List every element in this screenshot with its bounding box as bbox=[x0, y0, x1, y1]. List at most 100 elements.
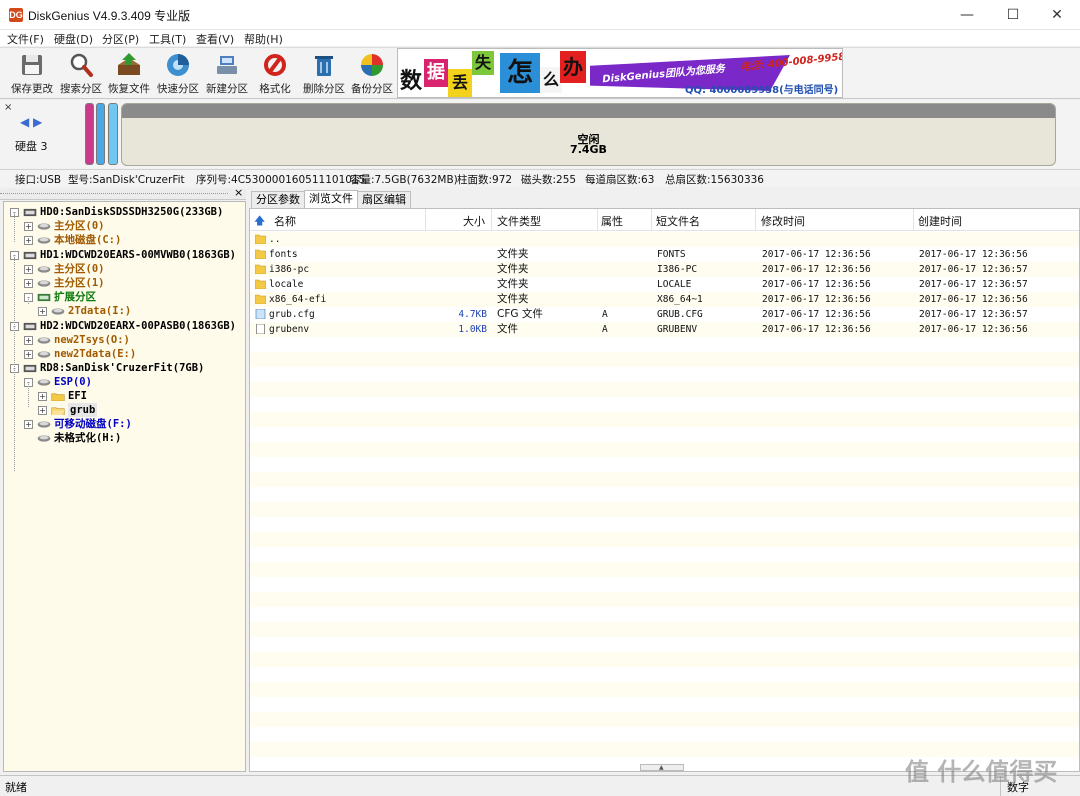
close-button[interactable]: ✕ bbox=[1034, 0, 1080, 30]
backup-partition-label: 备份分区 bbox=[351, 83, 393, 95]
menu-partition[interactable]: 分区(P) bbox=[102, 31, 139, 47]
quick-partition-button[interactable]: 快速分区 bbox=[153, 51, 203, 97]
tree-expander-icon[interactable]: + bbox=[38, 392, 47, 401]
column-header: 🡅 名称 大小 文件类型 属性 短文件名 修改时间 创建时间 bbox=[250, 209, 1079, 231]
tree-node[interactable]: 本地磁盘(C:) bbox=[54, 233, 121, 247]
panel-splitter-handle[interactable]: ▲ bbox=[640, 764, 684, 771]
tab-browse-files[interactable]: 浏览文件 bbox=[304, 190, 358, 208]
cell-type: 文件夹 bbox=[497, 248, 529, 260]
cell-type: 文件夹 bbox=[497, 263, 529, 275]
tree-close-icon[interactable]: × bbox=[234, 186, 243, 199]
tab-bar: 分区参数 浏览文件 扇区编辑 bbox=[249, 189, 1080, 208]
file-row[interactable]: x86_64-efi 文件夹 X86_64~1 2017-06-17 12:36:56… bbox=[250, 292, 1079, 307]
partition-bar-removable[interactable] bbox=[96, 103, 105, 165]
partition-icon bbox=[51, 308, 65, 315]
minimize-button[interactable]: — bbox=[944, 0, 990, 30]
tree-expander-icon[interactable]: + bbox=[24, 279, 33, 288]
tree-expander-icon[interactable]: + bbox=[38, 406, 47, 415]
backup-partition-button[interactable]: 备份分区 bbox=[347, 51, 397, 97]
free-space-bar[interactable]: 空闲 7.4GB bbox=[121, 103, 1056, 166]
save-changes-button[interactable]: 保存更改 bbox=[7, 51, 57, 97]
tree-expander-icon[interactable]: + bbox=[24, 420, 33, 429]
cell-size: 4.7KB bbox=[458, 309, 487, 320]
tab-partition-params[interactable]: 分区参数 bbox=[251, 191, 305, 208]
recover-files-button[interactable]: 恢复文件 bbox=[104, 51, 154, 97]
banner-char: 据 bbox=[424, 59, 448, 87]
tree-node[interactable]: new2Tdata(E:) bbox=[54, 347, 136, 361]
menu-disk[interactable]: 硬盘(D) bbox=[54, 31, 93, 47]
tree-expander-icon[interactable]: + bbox=[24, 222, 33, 231]
partition-bar-unformatted[interactable] bbox=[108, 103, 118, 165]
col-size[interactable]: 大小 bbox=[463, 213, 485, 229]
tree-node[interactable]: HD1:WDCWD20EARS-00MVWB0(1863GB) bbox=[40, 248, 236, 262]
banner-char: 数 bbox=[398, 65, 424, 97]
delete-partition-button[interactable]: 删除分区 bbox=[299, 51, 349, 97]
folder-icon bbox=[255, 294, 266, 304]
next-disk-arrow-icon[interactable]: ▶ bbox=[33, 115, 42, 129]
tree-expander-icon[interactable]: + bbox=[24, 265, 33, 274]
floppy-disk-icon bbox=[22, 55, 42, 75]
folder-icon bbox=[51, 393, 65, 401]
tree-node[interactable]: 主分区(0) bbox=[54, 219, 104, 233]
column-divider[interactable] bbox=[491, 209, 492, 231]
col-short-name[interactable]: 短文件名 bbox=[656, 213, 700, 229]
tree-node[interactable]: 2Tdata(I:) bbox=[68, 304, 131, 318]
tree-expander-icon[interactable]: + bbox=[24, 336, 33, 345]
up-folder-icon[interactable]: 🡅 bbox=[254, 212, 265, 231]
cell-short: X86_64~1 bbox=[657, 294, 703, 305]
tree-node[interactable]: 扩展分区 bbox=[54, 290, 96, 304]
file-row[interactable]: grubenv 1.0KB 文件 A GRUBENV 2017-06-17 12:36:5… bbox=[250, 322, 1079, 337]
banner-char: 怎 bbox=[500, 53, 540, 93]
tree-node[interactable]: new2Tsys(O:) bbox=[54, 333, 130, 347]
banner-ad[interactable]: 数 据 丢 失 怎 么 办 DiskGenius团队为您服务 电话: 400-0… bbox=[397, 48, 843, 98]
tree-node[interactable]: HD2:WDCWD20EARX-00PASB0(1863GB) bbox=[40, 319, 236, 333]
col-modified[interactable]: 修改时间 bbox=[761, 213, 805, 229]
col-created[interactable]: 创建时间 bbox=[918, 213, 962, 229]
column-divider[interactable] bbox=[755, 209, 756, 231]
new-partition-button[interactable]: 新建分区 bbox=[202, 51, 252, 97]
tree-node[interactable]: RD8:SanDisk'CruzerFit(7GB) bbox=[40, 361, 204, 375]
tree-node[interactable]: 未格式化(H:) bbox=[54, 431, 121, 445]
menu-tools[interactable]: 工具(T) bbox=[149, 31, 186, 47]
file-row[interactable]: fonts 文件夹 FONTS 2017-06-17 12:36:56 2017-06-… bbox=[250, 247, 1079, 262]
file-icon bbox=[256, 324, 265, 334]
tree-node[interactable]: ESP(0) bbox=[54, 375, 92, 389]
column-divider[interactable] bbox=[913, 209, 914, 231]
prev-disk-arrow-icon[interactable]: ◀ bbox=[20, 115, 29, 129]
tree-grip bbox=[0, 193, 228, 194]
banner-char: 办 bbox=[560, 51, 586, 83]
tab-sector-edit[interactable]: 扇区编辑 bbox=[357, 191, 411, 208]
maximize-button[interactable]: ☐ bbox=[990, 0, 1036, 30]
tree-node[interactable]: HD0:SanDiskSDSSDH3250G(233GB) bbox=[40, 205, 223, 219]
menu-file[interactable]: 文件(F) bbox=[7, 31, 44, 47]
magnifier-icon bbox=[70, 53, 93, 77]
diskmap-close-icon[interactable]: × bbox=[4, 102, 12, 113]
menu-view[interactable]: 查看(V) bbox=[196, 31, 234, 47]
column-divider[interactable] bbox=[597, 209, 598, 231]
tree-node[interactable]: 主分区(0) bbox=[54, 262, 104, 276]
tree-expander-icon[interactable]: + bbox=[24, 236, 33, 245]
format-button[interactable]: 格式化 bbox=[250, 51, 300, 97]
col-name[interactable]: 名称 bbox=[274, 213, 296, 229]
file-row[interactable]: .. bbox=[250, 232, 1079, 247]
menu-help[interactable]: 帮助(H) bbox=[244, 31, 283, 47]
folder-icon bbox=[255, 249, 266, 259]
col-attr[interactable]: 属性 bbox=[601, 213, 623, 229]
partition-bar-esp[interactable] bbox=[85, 103, 94, 165]
partition-icon bbox=[37, 421, 51, 428]
col-type[interactable]: 文件类型 bbox=[497, 213, 541, 229]
file-row[interactable]: grub.cfg 4.7KB CFG 文件 A GRUB.CFG 2017-06-17 1… bbox=[250, 307, 1079, 322]
cell-ctime: 2017-06-17 12:36:56 bbox=[919, 324, 1028, 335]
column-divider[interactable] bbox=[651, 209, 652, 231]
tree-node[interactable]: 可移动磁盘(F:) bbox=[54, 417, 132, 431]
tree-expander-icon[interactable]: + bbox=[24, 350, 33, 359]
file-row[interactable]: i386-pc 文件夹 I386-PC 2017-06-17 12:36:56 2017… bbox=[250, 262, 1079, 277]
column-divider[interactable] bbox=[425, 209, 426, 231]
tree-node[interactable]: EFI bbox=[68, 389, 87, 403]
file-row[interactable]: locale 文件夹 LOCALE 2017-06-17 12:36:56 2017-0… bbox=[250, 277, 1079, 292]
info-model: 型号:SanDisk'CruzerFit bbox=[68, 174, 185, 186]
tree-node[interactable]: 主分区(1) bbox=[54, 276, 104, 290]
search-partition-button[interactable]: 搜索分区 bbox=[56, 51, 106, 97]
tree-node[interactable]: grub bbox=[68, 403, 98, 417]
tree-expander-icon[interactable]: + bbox=[38, 307, 47, 316]
